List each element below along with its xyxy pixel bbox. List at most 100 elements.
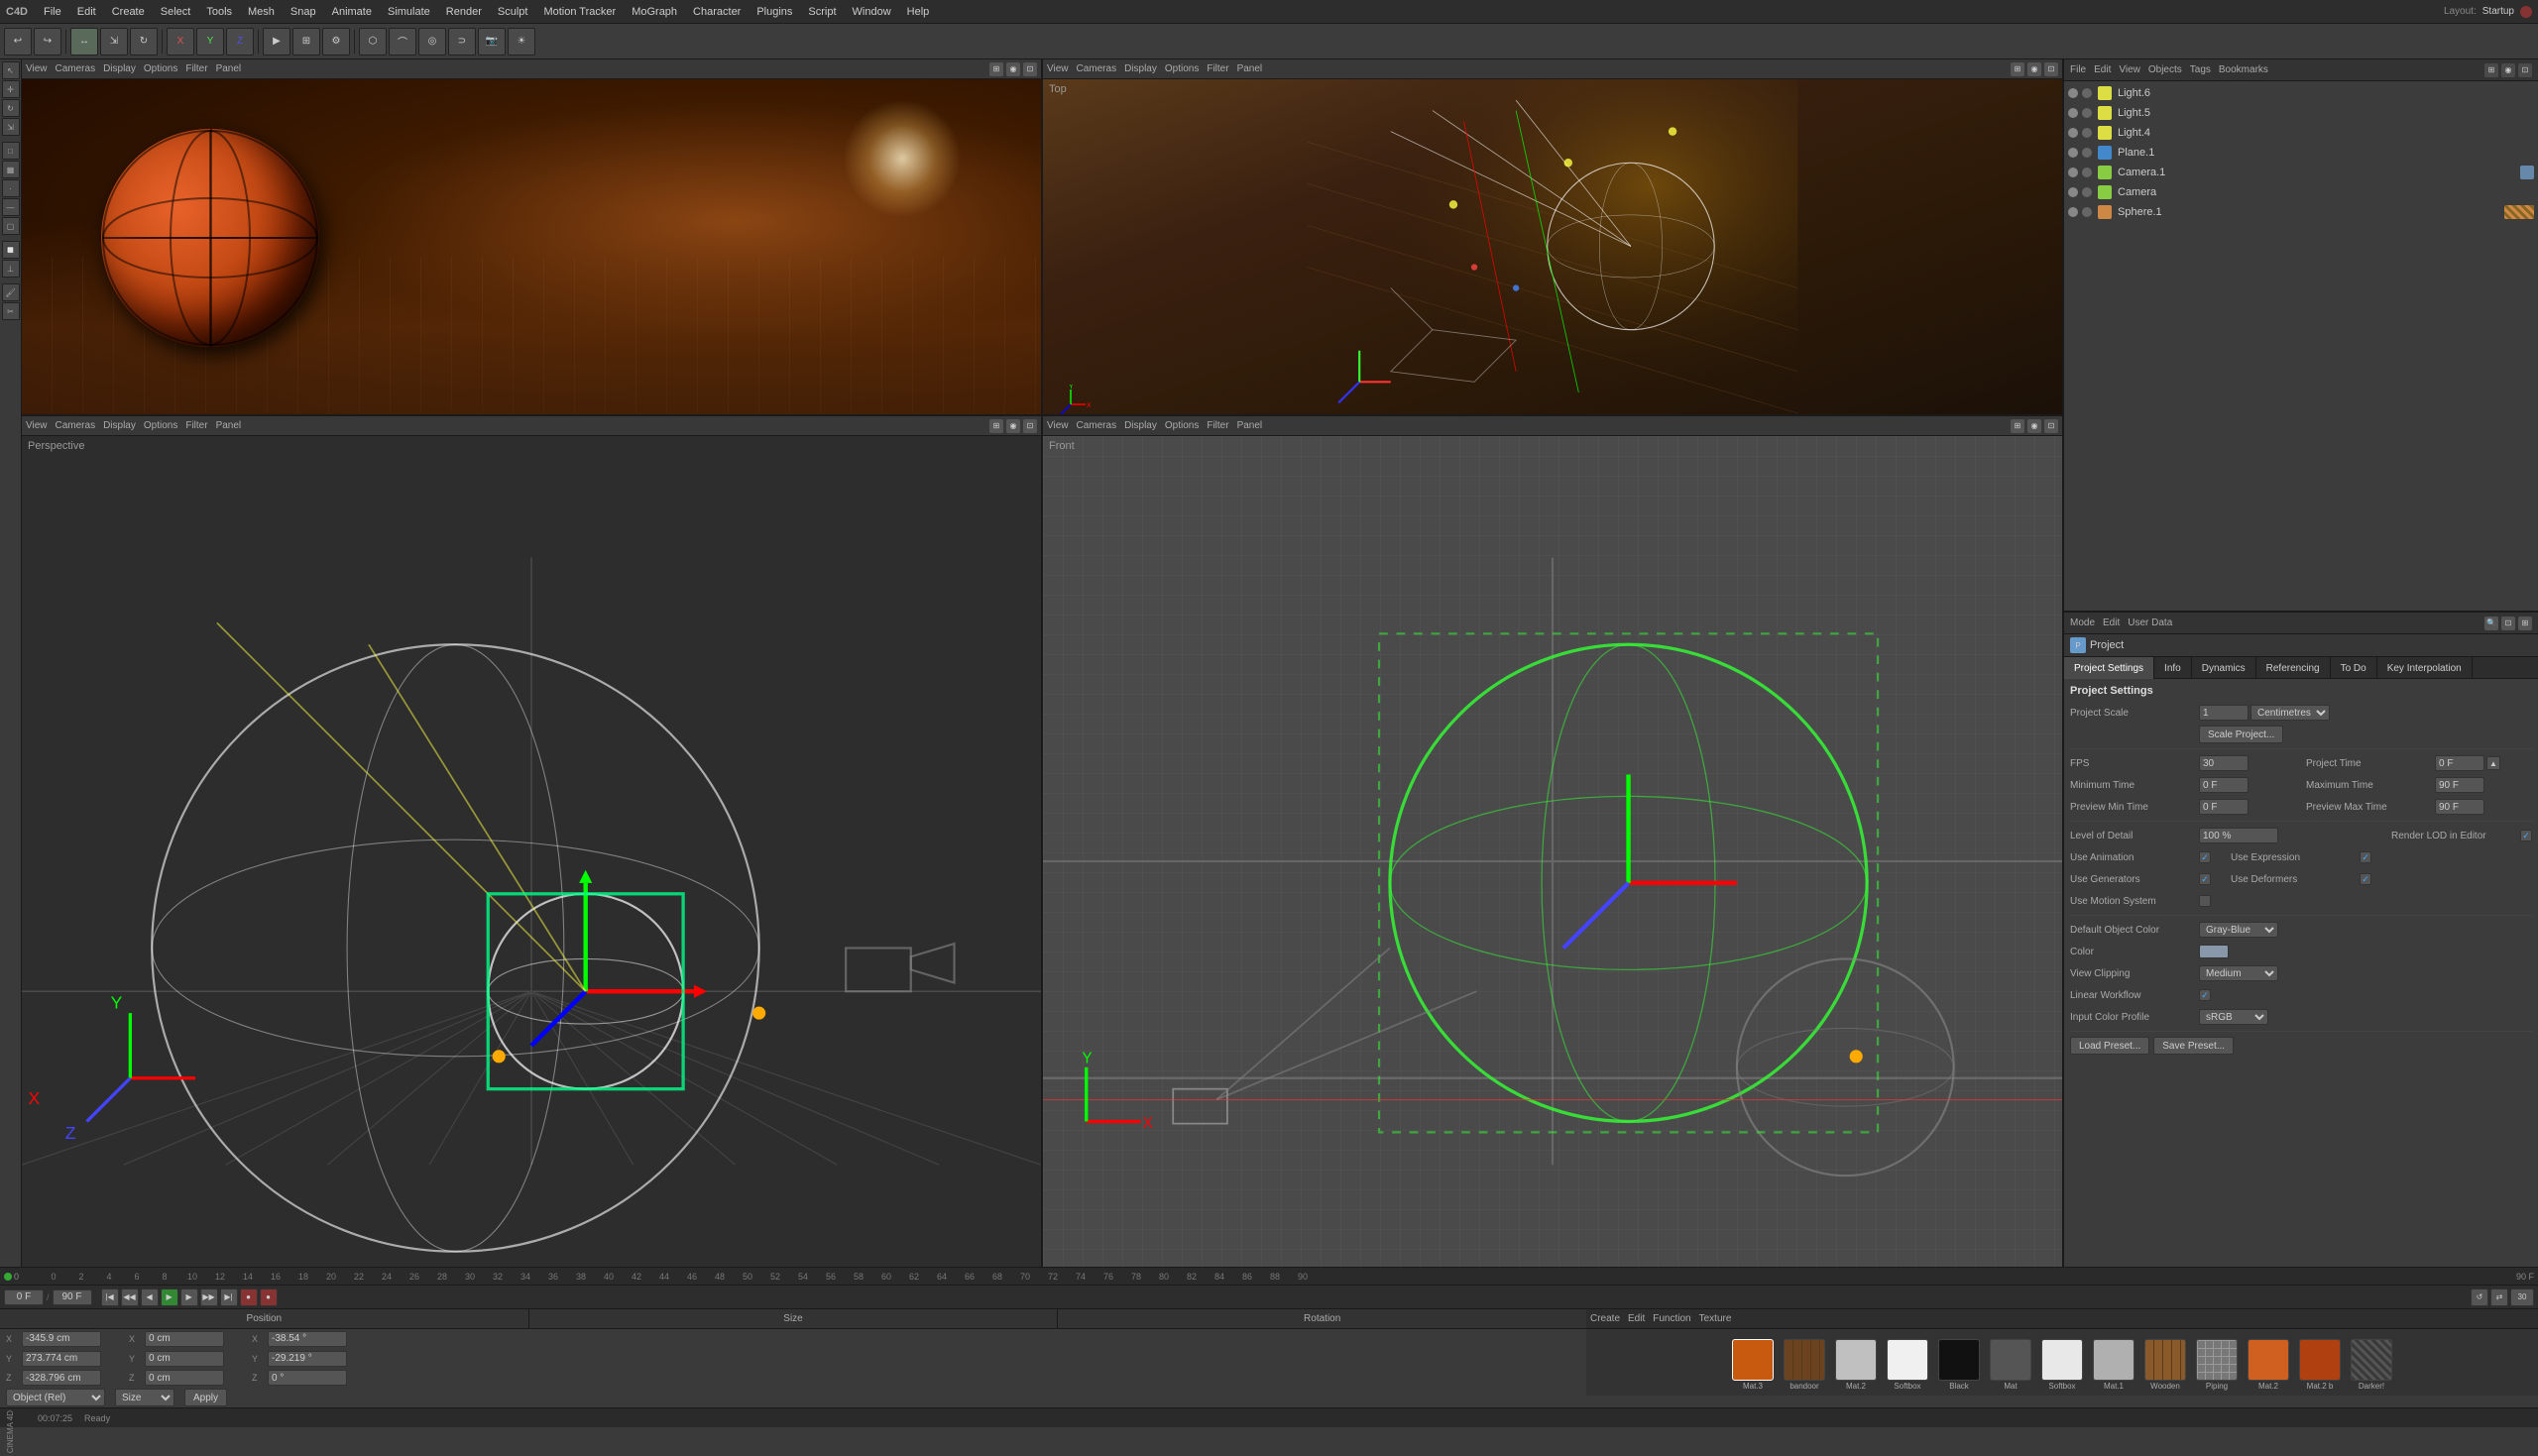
render-settings[interactable]: ⚙ <box>322 28 350 56</box>
obj-tag[interactable] <box>2520 166 2534 179</box>
camera-btn[interactable]: 📷 <box>478 28 506 56</box>
obj-vis-2[interactable] <box>2082 187 2092 197</box>
use-gen-checkbox[interactable] <box>2199 873 2211 885</box>
material-item-softbox[interactable]: Softbox <box>2038 1339 2086 1391</box>
persp-options[interactable]: Options <box>144 420 177 431</box>
attr-tab-key-interpolation[interactable]: Key Interpolation <box>2377 657 2473 679</box>
obj-vis-1[interactable] <box>2068 207 2078 217</box>
menu-item-sculpt[interactable]: Sculpt <box>494 4 532 20</box>
play-btn[interactable]: ▶ <box>161 1288 178 1306</box>
front-cameras[interactable]: Cameras <box>1077 420 1117 431</box>
z-axis[interactable]: Z <box>226 28 254 56</box>
menu-item-create[interactable]: Create <box>108 4 149 20</box>
material-item-black[interactable]: Black <box>1935 1339 1983 1391</box>
top-vp-options[interactable]: Options <box>1165 63 1199 74</box>
move-tool-l[interactable]: ✛ <box>2 80 20 98</box>
menu-item-snap[interactable]: Snap <box>287 4 320 20</box>
x-axis[interactable]: X <box>167 28 194 56</box>
om-icon-1[interactable]: ⊞ <box>2484 63 2498 77</box>
scale-tool[interactable]: ⇲ <box>100 28 128 56</box>
front-view[interactable]: View <box>1047 420 1069 431</box>
front-filter[interactable]: Filter <box>1207 420 1228 431</box>
fps-input[interactable] <box>2199 755 2249 771</box>
prev-min-input[interactable] <box>2199 799 2249 815</box>
prev-max-input[interactable] <box>2435 799 2484 815</box>
render-region[interactable]: ⊞ <box>292 28 320 56</box>
project-time-input[interactable] <box>2435 755 2484 771</box>
clip-dropdown[interactable]: Medium Small Large <box>2199 965 2278 981</box>
menu-item-plugins[interactable]: Plugins <box>752 4 796 20</box>
mat-texture[interactable]: Texture <box>1699 1313 1732 1324</box>
menu-item-mesh[interactable]: Mesh <box>244 4 279 20</box>
record-btn[interactable]: ● <box>240 1288 258 1306</box>
vp-menu-options[interactable]: Options <box>144 63 177 74</box>
persp-cameras[interactable]: Cameras <box>56 420 96 431</box>
attr-tab-to-do[interactable]: To Do <box>2331 657 2377 679</box>
material-item-darker-[interactable]: Darker! <box>2348 1339 2395 1391</box>
snap-btn[interactable]: 🔲 <box>2 241 20 259</box>
attr-mode[interactable]: Mode <box>2070 617 2095 628</box>
nurbs-btn[interactable]: ◎ <box>418 28 446 56</box>
front-icon-2[interactable]: ◉ <box>2027 419 2041 433</box>
material-item-mat-2[interactable]: Mat.2 <box>1832 1339 1880 1391</box>
attr-content[interactable]: Project Settings Project Scale Centimetr… <box>2064 679 2538 1267</box>
vp-menu-panel[interactable]: Panel <box>216 63 242 74</box>
obj-vis-1[interactable] <box>2068 88 2078 98</box>
psr-x-pos[interactable] <box>22 1331 101 1347</box>
top-vp-cameras[interactable]: Cameras <box>1077 63 1117 74</box>
psr-z-rot[interactable] <box>268 1370 347 1386</box>
material-item-mat-2[interactable]: Mat.2 <box>2245 1339 2292 1391</box>
scale-project-btn[interactable]: Scale Project... <box>2199 726 2283 743</box>
select-tool[interactable]: ↖ <box>2 61 20 79</box>
om-icon-3[interactable]: ⊡ <box>2518 63 2532 77</box>
vp-icon-2[interactable]: ◉ <box>1006 62 1020 76</box>
project-scale-input[interactable] <box>2199 705 2249 721</box>
psr-x-size[interactable] <box>145 1331 224 1347</box>
obj-vis-1[interactable] <box>2068 148 2078 158</box>
redo-btn[interactable]: ↪ <box>34 28 61 56</box>
layout-value[interactable]: Startup <box>2482 6 2514 17</box>
material-item-mat-2-b[interactable]: Mat.2 b <box>2296 1339 2344 1391</box>
top-vp-view[interactable]: View <box>1047 63 1069 74</box>
om-file[interactable]: File <box>2070 64 2086 75</box>
top-vp-icon-3[interactable]: ⊡ <box>2044 62 2058 76</box>
loop-btn[interactable]: ↺ <box>2471 1288 2488 1306</box>
material-item-mat[interactable]: Mat <box>1987 1339 2034 1391</box>
menu-item-script[interactable]: Script <box>804 4 840 20</box>
psr-apply-btn[interactable]: Apply <box>184 1389 227 1406</box>
poly-mode[interactable]: ▢ <box>2 217 20 235</box>
persp-filter[interactable]: Filter <box>185 420 207 431</box>
auto-record-btn[interactable]: ● <box>260 1288 278 1306</box>
paint-btn[interactable]: 🖌 <box>2 283 20 301</box>
perspective-viewport[interactable]: View Cameras Display Options Filter Pane… <box>22 416 1041 1267</box>
current-frame-input[interactable] <box>4 1289 44 1305</box>
menu-item-mograph[interactable]: MoGraph <box>628 4 681 20</box>
front-display[interactable]: Display <box>1124 420 1157 431</box>
render-lod-checkbox[interactable] <box>2520 830 2532 841</box>
attr-icon-2[interactable]: ⊡ <box>2501 616 2515 630</box>
obj-material-tag[interactable] <box>2504 205 2534 219</box>
texture-mode[interactable]: ▦ <box>2 161 20 178</box>
use-anim-checkbox[interactable] <box>2199 851 2211 863</box>
go-end-btn[interactable]: ▶| <box>220 1288 238 1306</box>
obj-vis-2[interactable] <box>2082 148 2092 158</box>
obj-item-light-6[interactable]: Light.6 <box>2064 83 2538 103</box>
om-objects[interactable]: Objects <box>2148 64 2182 75</box>
psr-object-rel[interactable]: Object (Rel) World Local <box>6 1389 105 1406</box>
vp-menu-cameras[interactable]: Cameras <box>56 63 96 74</box>
obj-item-sphere-1[interactable]: Sphere.1 <box>2064 202 2538 222</box>
front-viewport[interactable]: View Cameras Display Options Filter Pane… <box>1041 416 2062 1267</box>
psr-size-dropdown[interactable]: Size Scale <box>115 1389 174 1406</box>
attr-tab-referencing[interactable]: Referencing <box>2256 657 2331 679</box>
obj-vis-2[interactable] <box>2082 108 2092 118</box>
attr-icon-3[interactable]: ⊞ <box>2518 616 2532 630</box>
obj-vis-2[interactable] <box>2082 88 2092 98</box>
next-frame-btn[interactable]: ▶ <box>180 1288 198 1306</box>
use-expr-checkbox[interactable] <box>2360 851 2371 863</box>
om-view[interactable]: View <box>2119 64 2140 75</box>
knife-btn[interactable]: ✂ <box>2 302 20 320</box>
save-preset-btn[interactable]: Save Preset... <box>2153 1037 2234 1055</box>
y-axis[interactable]: Y <box>196 28 224 56</box>
vp-icon-3[interactable]: ⊡ <box>1023 62 1037 76</box>
go-start-btn[interactable]: |◀ <box>101 1288 119 1306</box>
